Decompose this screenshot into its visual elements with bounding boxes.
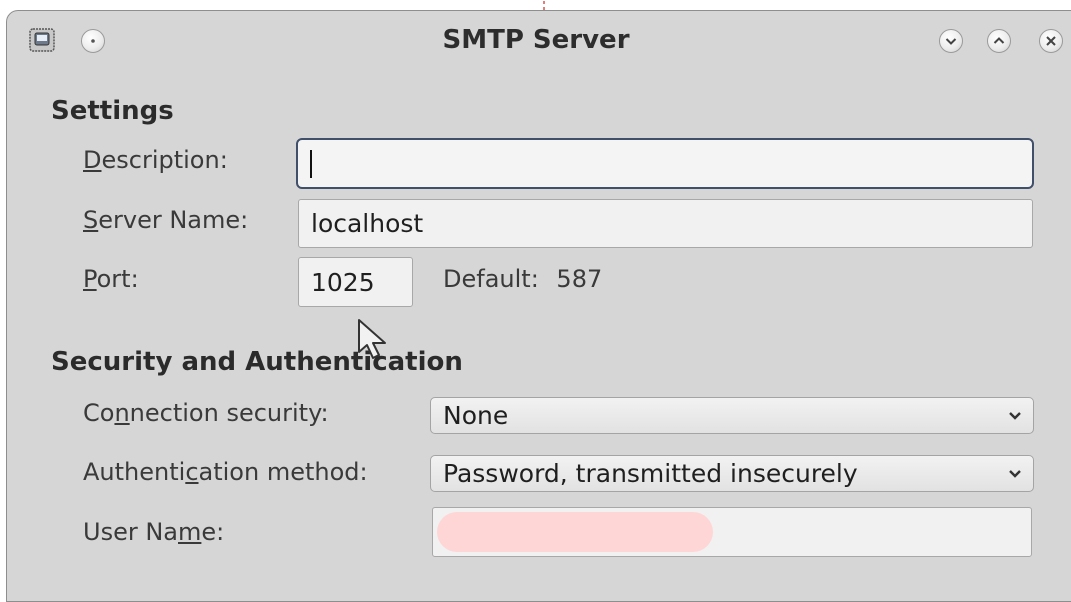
window-title: SMTP Server (442, 25, 630, 55)
port-input[interactable]: 1025 (298, 257, 413, 307)
server-name-label-mnemonic: S (83, 206, 99, 234)
description-label-mnemonic: D (83, 146, 102, 174)
authentication-method-value: Password, transmitted insecurely (443, 459, 858, 488)
server-name-input[interactable]: localhost (298, 199, 1033, 248)
username-label-post: e: (201, 518, 225, 546)
authentication-method-label: Authentication method: (83, 458, 368, 486)
maximize-icon[interactable] (987, 29, 1011, 53)
description-input[interactable] (296, 138, 1034, 189)
user-name-input[interactable] (432, 507, 1032, 557)
default-port-info: Default: 587 (443, 265, 602, 293)
connection-security-select[interactable]: None (430, 397, 1034, 434)
port-value: 1025 (311, 267, 375, 297)
default-label: Default: (443, 265, 539, 293)
chevron-down-icon (1009, 411, 1021, 420)
server-name-label: Server Name: (83, 206, 248, 234)
connection-security-label: Connection security: (83, 399, 329, 427)
redacted-username (437, 512, 713, 552)
auth-label-pre: Authenti (83, 458, 186, 486)
connection-label-mnemonic: n (114, 399, 130, 427)
port-label-text: ort: (96, 265, 139, 293)
username-label-pre: User Na (83, 518, 178, 546)
port-label: Port: (83, 265, 139, 293)
username-label-mnemonic: m (178, 518, 202, 546)
settings-heading: Settings (51, 96, 174, 126)
server-name-label-text: erver Name: (98, 206, 249, 234)
connection-label-pre: Co (83, 399, 115, 427)
authentication-method-select[interactable]: Password, transmitted insecurely (430, 455, 1034, 492)
smtp-server-dialog: SMTP Server Settings Description: Server… (6, 10, 1071, 602)
description-label-text: escription: (101, 146, 228, 174)
close-icon[interactable] (1039, 29, 1063, 53)
description-label: Description: (83, 146, 228, 174)
minimize-icon[interactable] (939, 29, 963, 53)
security-heading: Security and Authentication (51, 347, 463, 377)
chevron-down-icon (1009, 469, 1021, 478)
user-name-label: User Name: (83, 518, 224, 546)
text-caret (310, 149, 312, 178)
server-name-value: localhost (311, 209, 424, 238)
auth-label-post: ation method: (198, 458, 368, 486)
title-bar[interactable]: SMTP Server (7, 11, 1071, 73)
connection-label-post: nection security: (129, 399, 329, 427)
connection-security-value: None (443, 401, 509, 430)
auth-label-mnemonic: c (185, 458, 199, 486)
default-port-value: 587 (556, 265, 603, 293)
port-label-mnemonic: P (83, 265, 97, 293)
mouse-pointer-icon (358, 319, 386, 359)
